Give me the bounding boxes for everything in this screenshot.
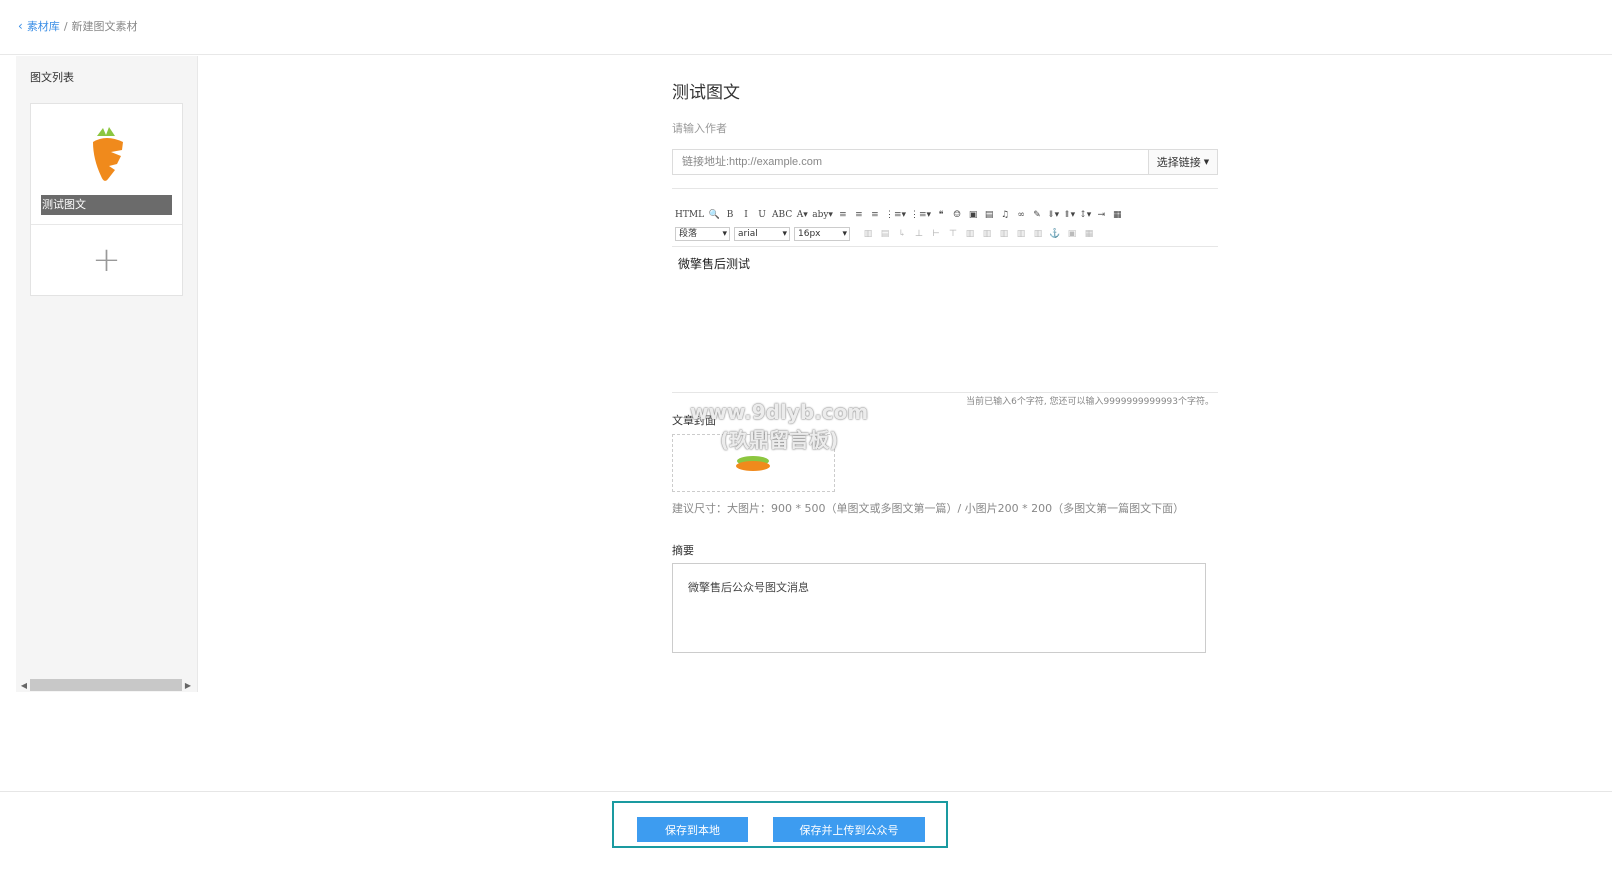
watermark: www.9dlyb.com (玖鼎留言板) — [690, 398, 868, 454]
editor-content-area[interactable]: 微擎售后测试 — [672, 246, 1218, 393]
toolbar-button-icon[interactable]: aby▾ — [812, 210, 833, 220]
table-tool-icon[interactable]: ↳ — [896, 229, 908, 239]
save-local-button[interactable]: 保存到本地 — [637, 817, 748, 842]
font-family-select-value: arial — [738, 228, 758, 239]
editor-content-text: 微擎售后测试 — [678, 257, 751, 271]
toolbar-button-icon[interactable]: B — [724, 210, 736, 220]
toolbar-button-icon[interactable]: ▤ — [983, 210, 995, 220]
toolbar-button-icon[interactable]: ⋮≡▾ — [910, 210, 931, 220]
carrot-logo-icon — [93, 127, 123, 181]
toolbar-row-1: HTML 🔍 B I U ABC A▾ aby▾ ≡ ≡ ≡ ⋮≡▾ ⋮≡▾ ❝ ☺ ▣ ▤ ♫ ∞ ✎ ⇓▾ ⇑▾ ↕▾ ⇥… — [672, 206, 1218, 223]
watermark-line-1: www.9dlyb.com — [690, 400, 869, 424]
scroll-right-arrow-icon[interactable]: ▶ — [182, 681, 194, 690]
link-address-input[interactable] — [673, 150, 1148, 174]
paragraph-select[interactable]: 段落 ▾ — [675, 226, 730, 241]
toolbar-button-icon[interactable]: ABC — [772, 210, 792, 220]
rich-text-toolbar: HTML 🔍 B I U ABC A▾ aby▾ ≡ ≡ ≡ ⋮≡▾ ⋮≡▾ ❝ ☺ ▣ ▤ ♫ ∞ ✎ ⇓▾ ⇑▾ ↕▾ ⇥… — [672, 206, 1218, 244]
toolbar-button-icon[interactable]: 🔍 — [708, 210, 720, 220]
choose-link-label: 选择链接 — [1156, 156, 1201, 169]
table-tool-icon[interactable]: ⊥ — [913, 229, 925, 239]
breadcrumb-material-library[interactable]: 素材库 — [27, 18, 60, 34]
link-address-row: 选择链接 ▼ — [672, 149, 1218, 175]
breadcrumb-separator: / — [63, 19, 68, 33]
watermark-line-2: (玖鼎留言板) — [719, 428, 839, 452]
sidebar-title: 图文列表 — [30, 71, 74, 84]
scroll-left-arrow-icon[interactable]: ◀ — [18, 681, 30, 690]
toolbar-button-icon[interactable]: ⇥ — [1095, 210, 1107, 220]
article-list-sidebar: 图文列表 测试图文 + ◀ ▶ — [16, 56, 198, 692]
breadcrumb-current: 新建图文素材 — [71, 20, 138, 33]
save-upload-button[interactable]: 保存并上传到公众号 — [773, 817, 925, 842]
article-title-input[interactable]: 测试图文 — [672, 78, 740, 103]
footer-divider — [0, 791, 1612, 792]
toolbar-button-icon[interactable]: HTML — [675, 210, 704, 220]
toolbar-button-icon[interactable]: U — [756, 210, 768, 220]
table-tool-icon[interactable]: ▣ — [1066, 229, 1078, 239]
table-tool-icon[interactable]: ▥ — [998, 229, 1010, 239]
choose-link-dropdown[interactable]: 选择链接 ▼ — [1148, 150, 1217, 174]
summary-textarea[interactable]: 微擎售后公众号图文消息 — [672, 563, 1206, 653]
font-family-select[interactable]: arial ▾ — [734, 226, 790, 241]
table-tool-icon[interactable]: ⚓ — [1049, 229, 1061, 239]
sidebar-horizontal-scrollbar[interactable]: ◀ ▶ — [18, 678, 194, 692]
table-tool-icon[interactable]: ⊤ — [947, 229, 959, 239]
character-counter: 当前已输入6个字符, 您还可以输入9999999999993个字符。 — [966, 397, 1214, 407]
toolbar-button-icon[interactable]: ⇑▾ — [1063, 210, 1075, 220]
table-tool-icon[interactable]: ▦ — [1083, 229, 1095, 239]
header-divider — [0, 54, 1612, 55]
toolbar-button-icon[interactable]: ▦ — [1111, 210, 1123, 220]
table-tool-icon[interactable]: ▥ — [862, 229, 874, 239]
paragraph-select-value: 段落 — [679, 228, 698, 239]
article-card[interactable]: 测试图文 + — [30, 103, 183, 296]
toolbar-button-icon[interactable]: ⇓▾ — [1047, 210, 1059, 220]
table-tool-icon[interactable]: ⊢ — [930, 229, 942, 239]
select-caret-icon: ▾ — [722, 228, 727, 239]
toolbar-button-icon[interactable]: ≡ — [853, 210, 865, 220]
select-caret-icon: ▾ — [782, 228, 787, 239]
article-card-caption: 测试图文 — [41, 195, 172, 215]
toolbar-button-icon[interactable]: ♫ — [999, 210, 1011, 220]
divider — [672, 188, 1218, 189]
font-size-select[interactable]: 16px ▾ — [794, 226, 850, 241]
toolbar-button-icon[interactable]: A▾ — [796, 210, 808, 220]
select-caret-icon: ▾ — [842, 228, 847, 239]
toolbar-button-icon[interactable]: ❝ — [935, 210, 947, 220]
toolbar-button-icon[interactable]: ↕▾ — [1079, 210, 1091, 220]
toolbar-button-icon[interactable]: ⋮≡▾ — [885, 210, 906, 220]
toolbar-row-2: 段落 ▾ arial ▾ 16px ▾ ▥ ▤ ↳ ⊥ ⊢ ⊤ ▥ ▥ ▥ ▥ ▥ ⚓ ▣ ▦ — [672, 225, 1218, 242]
toolbar-button-icon[interactable]: ≡ — [869, 210, 881, 220]
author-input[interactable]: 请输入作者 — [672, 120, 727, 136]
table-tool-icon[interactable]: ▥ — [981, 229, 993, 239]
toolbar-button-icon[interactable]: ☺ — [951, 210, 963, 220]
table-tool-icon[interactable]: ▥ — [1032, 229, 1044, 239]
caret-down-icon: ▼ — [1203, 158, 1210, 166]
table-tool-icon[interactable]: ▤ — [879, 229, 891, 239]
scrollbar-thumb[interactable] — [30, 679, 182, 691]
toolbar-button-icon[interactable]: ▣ — [967, 210, 979, 220]
back-chevron-icon[interactable]: ‹ — [18, 19, 23, 33]
toolbar-button-icon[interactable]: ≡ — [837, 210, 849, 220]
font-size-select-value: 16px — [798, 228, 821, 239]
add-article-button[interactable]: + — [31, 225, 182, 295]
cover-size-hint: 建议尺寸：大图片：900 * 500（单图文或多图文第一篇）/ 小图片200 *… — [672, 502, 1185, 515]
toolbar-button-icon[interactable]: I — [740, 210, 752, 220]
toolbar-button-icon[interactable]: ∞ — [1015, 210, 1027, 220]
breadcrumb: ‹ 素材库 / 新建图文素材 — [18, 18, 138, 34]
table-tools-group: ▥ ▤ ↳ ⊥ ⊢ ⊤ ▥ ▥ ▥ ▥ ▥ ⚓ ▣ ▦ — [862, 229, 1095, 239]
summary-label: 摘要 — [672, 544, 694, 557]
table-tool-icon[interactable]: ▥ — [1015, 229, 1027, 239]
table-tool-icon[interactable]: ▥ — [964, 229, 976, 239]
toolbar-button-icon[interactable]: ✎ — [1031, 210, 1043, 220]
